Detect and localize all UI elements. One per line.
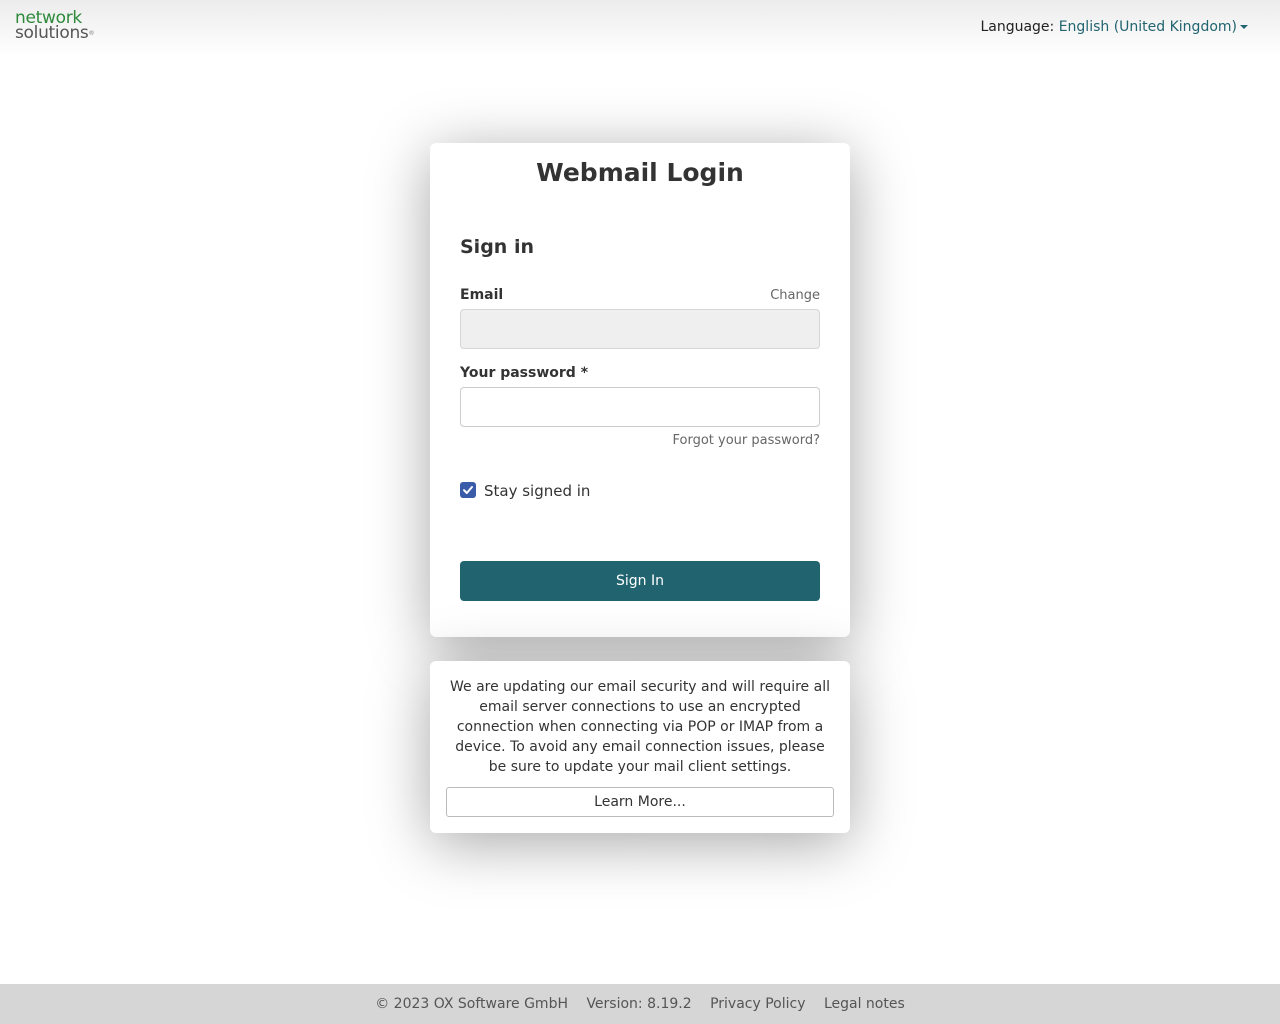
legal-notes-link[interactable]: Legal notes (824, 996, 905, 1012)
language-value: English (United Kingdom) (1058, 19, 1237, 35)
logo-line-2: solutions® (15, 23, 95, 43)
top-header: network solutions® Language: English (Un… (0, 0, 1280, 56)
language-selector: Language: English (United Kingdom) (980, 19, 1248, 35)
page-footer: © 2023 OX Software GmbH Version: 8.19.2 … (0, 984, 1280, 1024)
footer-version: Version: 8.19.2 (586, 996, 692, 1012)
logo-line-2-text: solutions (15, 23, 89, 43)
checkmark-icon (463, 486, 473, 494)
page-title: Webmail Login (536, 158, 744, 187)
language-label: Language: (980, 19, 1055, 35)
privacy-policy-link[interactable]: Privacy Policy (710, 996, 805, 1012)
login-card: Webmail Login Sign in Email Change Your … (430, 143, 850, 637)
language-dropdown[interactable]: English (United Kingdom) (1059, 19, 1248, 35)
learn-more-button[interactable]: Learn More... (446, 787, 834, 817)
email-label: Email (460, 287, 504, 303)
caret-down-icon (1240, 25, 1248, 29)
password-field[interactable] (460, 387, 820, 427)
sign-in-heading: Sign in (460, 236, 534, 258)
network-solutions-logo: network solutions® (15, 10, 95, 43)
email-field[interactable] (460, 309, 820, 349)
forgot-password-link[interactable]: Forgot your password? (672, 433, 820, 448)
change-email-link[interactable]: Change (770, 288, 820, 303)
stay-signed-in-checkbox[interactable] (460, 482, 476, 498)
logo-registered-mark: ® (88, 30, 95, 37)
password-label: Your password * (460, 365, 589, 381)
security-notice-text: We are updating our email security and w… (450, 679, 830, 775)
stay-signed-in-label[interactable]: Stay signed in (484, 482, 590, 500)
security-notice-card: We are updating our email security and w… (430, 661, 850, 833)
sign-in-button[interactable]: Sign In (460, 561, 820, 601)
footer-copyright: © 2023 OX Software GmbH (375, 996, 568, 1012)
